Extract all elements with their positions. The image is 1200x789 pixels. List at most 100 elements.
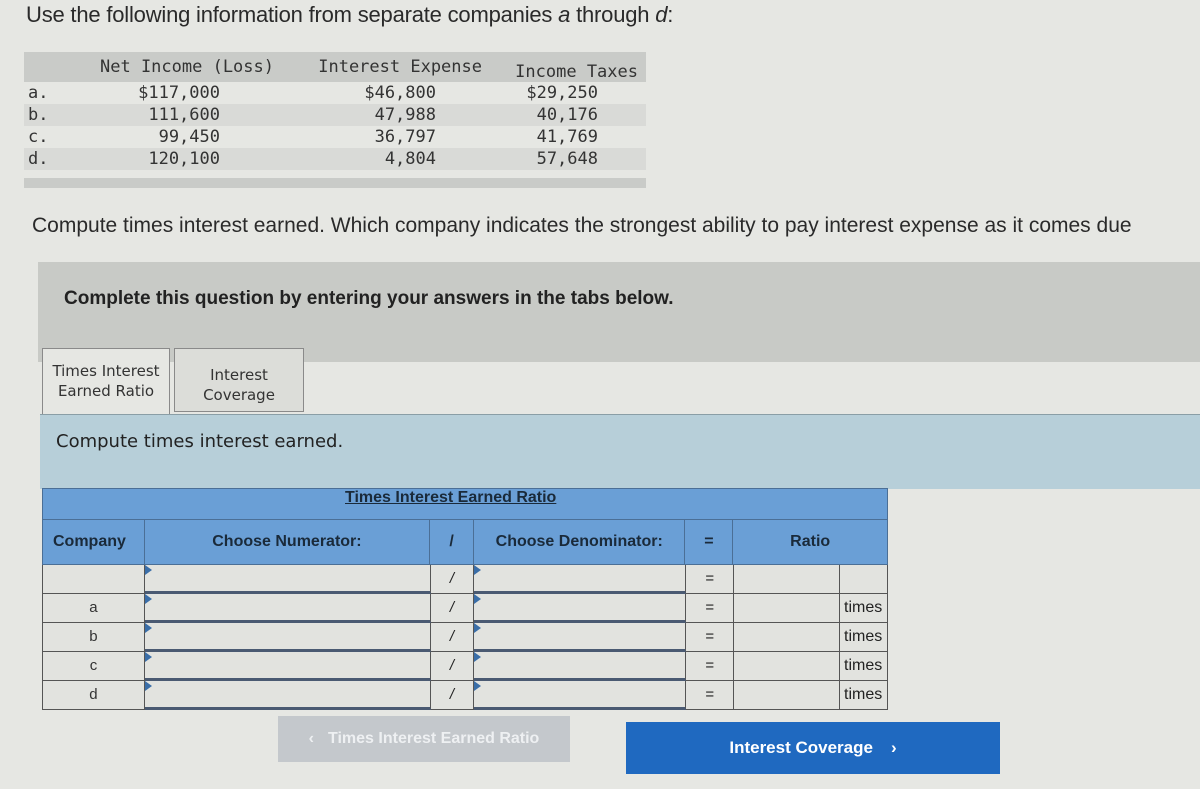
numerator-dropdown[interactable] [144, 565, 431, 594]
grid-row: d / = times [42, 681, 888, 710]
header-slash: / [430, 520, 474, 564]
tab-interest-coverage[interactable]: Interest Coverage [174, 348, 304, 412]
instruction-text: Complete this question by entering your … [64, 288, 674, 309]
numerator-dropdown[interactable] [144, 652, 431, 681]
slash-cell: / [430, 565, 475, 594]
denominator-dropdown[interactable] [474, 652, 687, 681]
ratio-input[interactable] [734, 652, 841, 681]
interest-expense-value: 4,804 [384, 149, 436, 169]
equals-cell: = [686, 565, 735, 594]
intro-end: : [667, 2, 674, 27]
dropdown-indicator-icon [474, 565, 482, 575]
grid-title: Times Interest Earned Ratio [345, 489, 557, 506]
dropdown-indicator-icon [474, 681, 482, 691]
prev-tab-label: Times Interest Earned Ratio [328, 730, 540, 747]
question-text: Compute times interest earned. Which com… [32, 214, 1132, 237]
net-income-value: 111,600 [148, 105, 220, 125]
interest-expense-value: 47,988 [374, 105, 436, 125]
unit-label: times [840, 681, 888, 710]
header-company: Company [43, 520, 145, 564]
net-income-value: $117,000 [138, 83, 220, 103]
unit-label [840, 565, 888, 594]
income-taxes-value: 40,176 [536, 105, 598, 125]
tab-label-line2: Earned Ratio [57, 382, 155, 400]
ratio-input[interactable] [734, 681, 841, 710]
intro-d: d [655, 2, 668, 27]
equals-cell: = [686, 623, 735, 652]
denominator-dropdown[interactable] [474, 565, 687, 594]
unit-label: times [840, 652, 888, 681]
unit-label: times [840, 594, 888, 623]
next-tab-label: Interest Coverage [729, 738, 873, 757]
equals-cell: = [686, 652, 735, 681]
header-equals: = [685, 520, 734, 564]
grid-row: b / = times [42, 623, 888, 652]
header-denominator: Choose Denominator: [474, 520, 686, 564]
header-income-taxes: Income Taxes [515, 62, 638, 82]
ratio-input[interactable] [734, 594, 841, 623]
unit-label: times [840, 623, 888, 652]
instruction-banner: Complete this question by entering your … [38, 262, 1200, 362]
net-income-value: 120,100 [148, 149, 220, 169]
slash-cell: / [430, 652, 475, 681]
company-cell: d [43, 681, 145, 710]
dropdown-indicator-icon [474, 594, 482, 604]
data-table-footer [24, 178, 646, 188]
intro-a: a [558, 2, 571, 27]
data-row: c. 99,450 36,797 41,769 [24, 126, 646, 148]
intro-mid: through [570, 2, 656, 27]
numerator-dropdown[interactable] [144, 594, 431, 623]
dropdown-indicator-icon [144, 594, 152, 604]
income-taxes-value: $29,250 [526, 83, 598, 103]
dropdown-indicator-icon [144, 565, 152, 575]
row-letter: b. [28, 105, 49, 125]
row-letter: c. [28, 127, 49, 147]
header-interest-expense: Interest Expense [318, 57, 482, 77]
dropdown-indicator-icon [144, 681, 152, 691]
tab-label-line1: Times Interest [52, 362, 160, 380]
row-letter: d. [28, 149, 49, 169]
equals-cell: = [686, 594, 735, 623]
numerator-dropdown[interactable] [144, 681, 431, 710]
grid-header-row: Company Choose Numerator: / Choose Denom… [42, 519, 888, 565]
header-ratio: Ratio [790, 533, 831, 550]
company-cell [43, 565, 145, 594]
grid-row: c / = times [42, 652, 888, 681]
intro-text: Use the following information from separ… [26, 2, 673, 28]
data-table-header: Net Income (Loss) Interest Expense Incom… [24, 52, 646, 82]
income-taxes-value: 41,769 [536, 127, 598, 147]
slash-cell: / [430, 681, 475, 710]
equals-cell: = [686, 681, 735, 710]
denominator-dropdown[interactable] [474, 594, 687, 623]
dropdown-indicator-icon [144, 623, 152, 633]
tab-label-line1: Interest [210, 366, 268, 384]
slash-cell: / [430, 594, 475, 623]
dropdown-indicator-icon [474, 623, 482, 633]
income-taxes-value: 57,648 [536, 149, 598, 169]
prev-tab-button[interactable]: ‹ Times Interest Earned Ratio [278, 716, 570, 762]
net-income-value: 99,450 [158, 127, 220, 147]
data-row: a. $117,000 $46,800 $29,250 [24, 82, 646, 104]
answer-grid: Times Interest Earned Ratio Company Choo… [42, 488, 888, 710]
company-cell: a [43, 594, 145, 623]
ratio-input[interactable] [734, 565, 841, 594]
company-data-table: Net Income (Loss) Interest Expense Incom… [24, 52, 646, 188]
chevron-left-icon: ‹ [308, 730, 314, 747]
denominator-dropdown[interactable] [474, 681, 687, 710]
data-row: d. 120,100 4,804 57,648 [24, 148, 646, 170]
ratio-input[interactable] [734, 623, 841, 652]
chevron-right-icon: › [890, 738, 897, 757]
next-tab-button[interactable]: Interest Coverage › [626, 722, 1000, 774]
row-letter: a. [28, 83, 49, 103]
company-cell: c [43, 652, 145, 681]
tab-times-interest-earned-ratio[interactable]: Times Interest Earned Ratio [42, 348, 170, 416]
header-net-income: Net Income (Loss) [100, 57, 274, 77]
interest-expense-value: $46,800 [364, 83, 436, 103]
denominator-dropdown[interactable] [474, 623, 687, 652]
company-cell: b [43, 623, 145, 652]
numerator-dropdown[interactable] [144, 623, 431, 652]
slash-cell: / [430, 623, 475, 652]
dropdown-indicator-icon [474, 652, 482, 662]
tab-instruction-banner: Compute times interest earned. [40, 414, 1200, 489]
dropdown-indicator-icon [144, 652, 152, 662]
